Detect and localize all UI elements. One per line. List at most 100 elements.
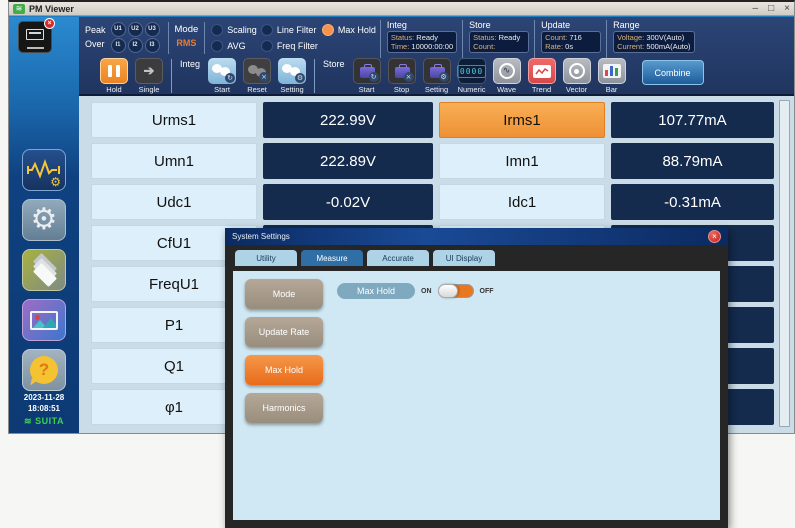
- menu-item-max-hold[interactable]: Max Hold: [245, 355, 323, 385]
- menu-item-update-rate[interactable]: Update Rate: [245, 317, 323, 347]
- device-connection-icon[interactable]: ×: [18, 21, 52, 53]
- freq-filter-toggle[interactable]: Freq Filter: [261, 38, 318, 54]
- tab-accurate[interactable]: Accurate: [367, 250, 429, 266]
- sidebar-item-screenshot[interactable]: [22, 299, 66, 341]
- menu-item-harmonics[interactable]: Harmonics: [245, 393, 323, 423]
- peak-indicator-i3: I3: [145, 38, 160, 53]
- avg-indicator-icon: [211, 40, 223, 52]
- measure-value-urms1: 222.99V: [263, 102, 433, 138]
- minimize-button[interactable]: –: [753, 3, 759, 15]
- sidebar-item-numeric-display[interactable]: ⚙: [22, 149, 66, 191]
- pause-icon: [100, 58, 128, 84]
- peak-indicator-u1: U1: [111, 22, 126, 37]
- scale-reset-icon: ×: [243, 58, 271, 84]
- measure-label-umn1[interactable]: Umn1: [91, 143, 257, 179]
- window-title: PM Viewer: [29, 4, 74, 14]
- gear-badge-icon: ⚙: [50, 176, 61, 188]
- single-button[interactable]: ➔ Single: [134, 58, 164, 94]
- line-filter-toggle[interactable]: Line Filter: [261, 22, 318, 38]
- sidebar-item-help[interactable]: ?: [22, 349, 66, 391]
- bar-view-button[interactable]: Bar: [597, 58, 627, 94]
- numeric-view-button[interactable]: 0000 Numeric: [457, 58, 487, 94]
- tab-ui-display[interactable]: UI Display: [433, 250, 495, 266]
- status-row: Peak Over U1 U2 U3 I1 I2 I3 Mode RMS: [85, 19, 792, 57]
- system-settings-dialog: System Settings × Utility Measure Accura…: [225, 228, 728, 528]
- scale-start-icon: ↻: [208, 58, 236, 84]
- peak-over-indicators: U1 U2 U3 I1 I2 I3: [111, 22, 162, 54]
- measure-value-udc1: -0.02V: [263, 184, 433, 220]
- scale-setting-icon: ⚙: [278, 58, 306, 84]
- range-status-section: Range Voltage: 300V(Auto) Current: 500mA…: [606, 20, 699, 58]
- measure-value-irms1: 107.77mA: [611, 102, 774, 138]
- max-hold-toggle[interactable]: Max Hold: [322, 22, 376, 38]
- title-bar: ≋ PM Viewer – □ ×: [9, 2, 794, 16]
- bar-chart-icon: [598, 58, 626, 84]
- store-start-button[interactable]: ↻ Start: [352, 58, 382, 94]
- dialog-content: Mode Update Rate Max Hold Harmonics Max …: [233, 271, 720, 520]
- combine-button[interactable]: Combine: [642, 60, 704, 85]
- scaling-indicator-icon: [211, 24, 223, 36]
- wave-view-button[interactable]: ∿ Wave: [492, 58, 522, 94]
- measure-label-udc1[interactable]: Udc1: [91, 184, 257, 220]
- sidebar-item-layers[interactable]: [22, 249, 66, 291]
- measure-value-umn1: 222.89V: [263, 143, 433, 179]
- peak-indicator-i2: I2: [128, 38, 143, 53]
- store-setting-button[interactable]: ⚙ Setting: [422, 58, 452, 94]
- line-filter-indicator-icon: [261, 24, 273, 36]
- table-row: Udc1 -0.02V Idc1 -0.31mA: [91, 184, 774, 220]
- trend-chart-icon: [528, 58, 556, 84]
- status-date: 2023-11-28: [9, 392, 79, 403]
- integ-start-button[interactable]: ↻ Start: [207, 58, 237, 94]
- close-button[interactable]: ×: [784, 3, 790, 15]
- vector-view-button[interactable]: Vector: [562, 58, 592, 94]
- integ-reset-button[interactable]: × Reset: [242, 58, 272, 94]
- measure-label-irms1-selected[interactable]: Irms1: [439, 102, 605, 138]
- dialog-title: System Settings: [232, 232, 290, 241]
- action-row: Hold ➔ Single Integ ↻ Start: [99, 58, 792, 96]
- integ-setting-button[interactable]: ⚙ Setting: [277, 58, 307, 94]
- dialog-close-button[interactable]: ×: [708, 230, 721, 243]
- sidebar-item-settings[interactable]: ⚙: [22, 199, 66, 241]
- menu-item-mode[interactable]: Mode: [245, 279, 323, 309]
- integ-group-label: Integ: [180, 59, 200, 69]
- hold-button[interactable]: Hold: [99, 58, 129, 94]
- measure-label-imn1[interactable]: Imn1: [439, 143, 605, 179]
- tab-utility[interactable]: Utility: [235, 250, 297, 266]
- help-icon: ?: [30, 356, 58, 384]
- dialog-title-bar: System Settings ×: [225, 228, 728, 245]
- image-icon: [30, 311, 58, 330]
- update-status-section: Update Count: 716 Rate: 0s: [534, 20, 606, 58]
- peak-indicator-u3: U3: [145, 22, 160, 37]
- arrow-right-icon: ➔: [135, 58, 163, 84]
- max-hold-indicator-icon: [322, 24, 334, 36]
- dialog-menu: Mode Update Rate Max Hold Harmonics: [245, 279, 323, 520]
- avg-toggle[interactable]: AVG: [211, 38, 257, 54]
- maximize-button[interactable]: □: [768, 3, 774, 15]
- table-row: Umn1 222.89V Imn1 88.79mA: [91, 143, 774, 179]
- app-logo-icon: ≋: [13, 4, 25, 14]
- peak-over-label: Peak Over: [85, 23, 106, 51]
- vertical-scrollbar[interactable]: [779, 100, 790, 427]
- wave-icon: ∿: [493, 58, 521, 84]
- measure-label-urms1[interactable]: Urms1: [91, 102, 257, 138]
- briefcase-start-icon: ↻: [353, 58, 381, 84]
- tab-measure[interactable]: Measure: [301, 250, 363, 266]
- store-stop-button[interactable]: × Stop: [387, 58, 417, 94]
- measure-value-idc1: -0.31mA: [611, 184, 774, 220]
- scaling-toggle[interactable]: Scaling: [211, 22, 257, 38]
- peak-indicator-u2: U2: [128, 22, 143, 37]
- max-hold-switch[interactable]: [438, 284, 474, 298]
- mode-value: RMS: [175, 36, 199, 51]
- trend-view-button[interactable]: Trend: [527, 58, 557, 94]
- dialog-tabs: Utility Measure Accurate UI Display: [225, 245, 728, 266]
- status-datetime: 2023-11-28 18:08:51 ≋ SUITA: [9, 392, 79, 427]
- measure-label-idc1[interactable]: Idc1: [439, 184, 605, 220]
- sidebar: × ⚙ ⚙: [9, 17, 79, 433]
- max-hold-setting-row: Max Hold ON OFF: [337, 283, 720, 299]
- integ-status-section: Integ Status: Ready Time: 10000:00:00: [380, 20, 462, 58]
- store-status-section: Store Status: Ready Count:: [462, 20, 534, 58]
- toolbar: Peak Over U1 U2 U3 I1 I2 I3 Mode RMS: [79, 17, 794, 96]
- status-time: 18:08:51: [9, 403, 79, 414]
- store-group-label: Store: [323, 59, 345, 69]
- measure-value-imn1: 88.79mA: [611, 143, 774, 179]
